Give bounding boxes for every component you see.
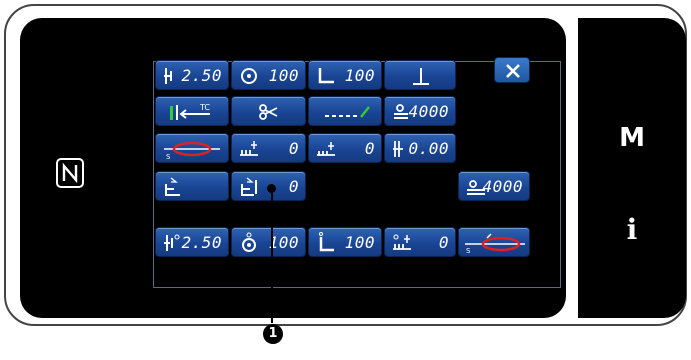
svg-text:TC: TC [199, 103, 210, 112]
presser-foot-icon [318, 68, 334, 84]
svg-text:S: S [466, 247, 471, 254]
stitch-length-button[interactable]: 2.50 [155, 60, 229, 90]
callout-number: 1 [263, 324, 283, 344]
sewing-speed-value: 100 [268, 66, 299, 85]
second-stitch-length-value: 2.50 [181, 233, 222, 252]
thread-trimmer-position-button[interactable]: TC [155, 96, 229, 126]
information-key[interactable]: i [578, 213, 686, 246]
operation-panel: M i [4, 4, 687, 326]
compensation-button[interactable]: 0.00 [384, 133, 456, 163]
second-presser-foot-pressure-value: 100 [344, 233, 375, 252]
close-icon [506, 64, 520, 78]
stitch-count-icon [317, 142, 335, 156]
stitch-count-b-button[interactable]: 0 [308, 133, 382, 163]
speed-icon [241, 68, 257, 84]
trim-position-icon: TC [170, 103, 210, 120]
bobbin-counter-button[interactable]: 4000 [384, 96, 456, 126]
reverse-stitch-start-button[interactable]: S [155, 133, 229, 163]
compensation-value: 0.00 [408, 139, 449, 158]
foot-needle-icon [241, 177, 257, 196]
stitch-count-a-value: 0 [288, 139, 299, 158]
presser-foot-icon [319, 232, 334, 252]
presser-foot-pressure-value: 100 [344, 66, 375, 85]
bobbin-counter-value: 4000 [408, 102, 449, 121]
callout-leader-dot [267, 184, 276, 193]
close-button[interactable] [494, 57, 530, 83]
needle-position-button[interactable] [384, 60, 456, 90]
foot-lift-icon [165, 177, 180, 196]
needle-position-icon [413, 68, 429, 85]
scissors-icon [259, 104, 278, 120]
callout-leader-line [271, 188, 273, 323]
svg-text:S: S [166, 153, 171, 160]
reverse-stitch-icon: S [465, 233, 525, 254]
stitch-count-icon [393, 234, 411, 250]
thread-trim-button[interactable] [231, 96, 306, 126]
reverse-stitch-icon: S [164, 141, 220, 160]
nfc-logo-icon [56, 158, 84, 188]
presser-foot-pressure-button[interactable]: 100 [308, 60, 382, 90]
side-key-column: M i [578, 18, 686, 318]
sewing-speed-button[interactable]: 100 [231, 60, 306, 90]
stitch-check-button[interactable] [308, 96, 382, 126]
stitch-count-b-value: 0 [364, 139, 375, 158]
cumulative-counter-button[interactable]: 4000 [458, 171, 530, 201]
second-stitch-count-button[interactable]: 0 [384, 227, 456, 257]
stitch-count-a-button[interactable]: 0 [231, 133, 306, 163]
second-stitch-count-value: 0 [438, 233, 449, 252]
foot-lift-button[interactable] [155, 171, 229, 201]
reverse-stitch-end-button[interactable]: S [458, 227, 530, 257]
stitch-length-value: 2.50 [181, 66, 222, 85]
second-sewing-speed-button[interactable]: 100 [231, 227, 306, 257]
mode-key[interactable]: M [578, 123, 686, 153]
speed-icon [242, 232, 256, 252]
cumulative-counter-value: 4000 [482, 177, 523, 196]
stitch-count-icon [240, 141, 258, 156]
second-stitch-length-button[interactable]: 2.50 [155, 227, 229, 257]
dotted-stitch-icon [325, 106, 370, 118]
second-sewing-speed-value: 100 [268, 233, 299, 252]
second-presser-foot-pressure-button[interactable]: 100 [308, 227, 382, 257]
needle-stop-stitch-value: 0 [288, 177, 299, 196]
